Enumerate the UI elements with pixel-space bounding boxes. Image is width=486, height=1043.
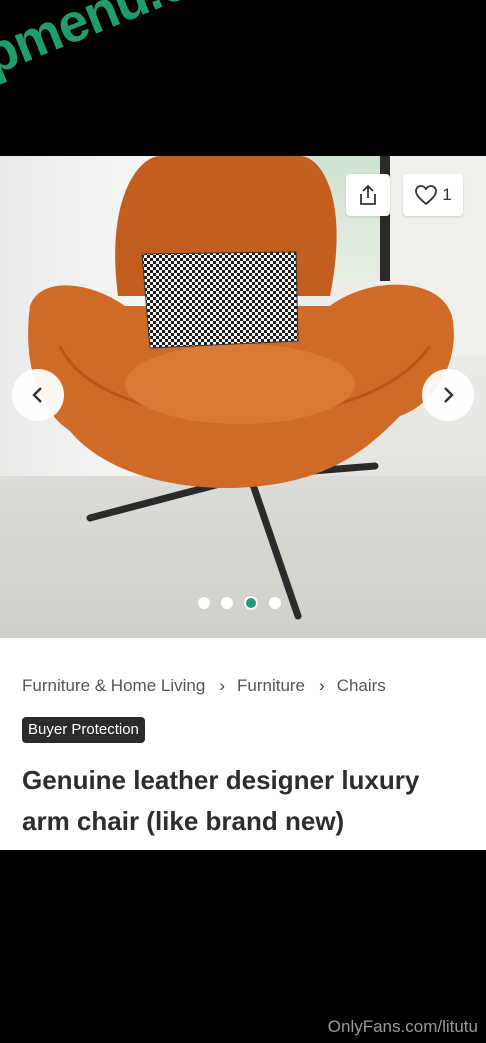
chevron-right-small-icon: › [219,676,225,695]
chevron-left-icon [32,387,42,403]
breadcrumb-item-furniture[interactable]: Furniture [237,676,305,696]
chevron-right-icon [444,387,454,403]
footer-watermark: OnlyFans.com/litutu [327,1017,478,1036]
breadcrumb: Furniture & Home Living › Furniture › Ch… [22,676,386,696]
heart-icon [415,185,438,206]
listing-info-panel: Furniture & Home Living › Furniture › Ch… [0,638,486,850]
chair-image [28,156,454,620]
chevron-right-small-icon: › [319,676,325,695]
product-photo[interactable]: 1 [0,156,486,638]
carousel-dot[interactable] [198,597,210,609]
breadcrumb-item-furniture-home-living[interactable]: Furniture & Home Living [22,676,205,696]
like-button[interactable]: 1 [403,174,463,216]
buyer-protection-badge[interactable]: Buyer Protection [22,717,145,743]
listing-title: Genuine leather designer luxury arm chai… [22,765,420,836]
carousel-dot[interactable] [221,597,233,609]
like-count: 1 [442,185,452,204]
carousel-prev-button[interactable] [12,369,64,421]
carousel-dots [198,596,281,610]
breadcrumb-item-chairs[interactable]: Chairs [337,676,386,696]
share-icon [360,184,376,205]
carousel-dot-active[interactable] [244,596,258,610]
share-button[interactable] [346,174,390,216]
carousel-next-button[interactable] [422,369,474,421]
carousel-dot[interactable] [269,597,281,609]
